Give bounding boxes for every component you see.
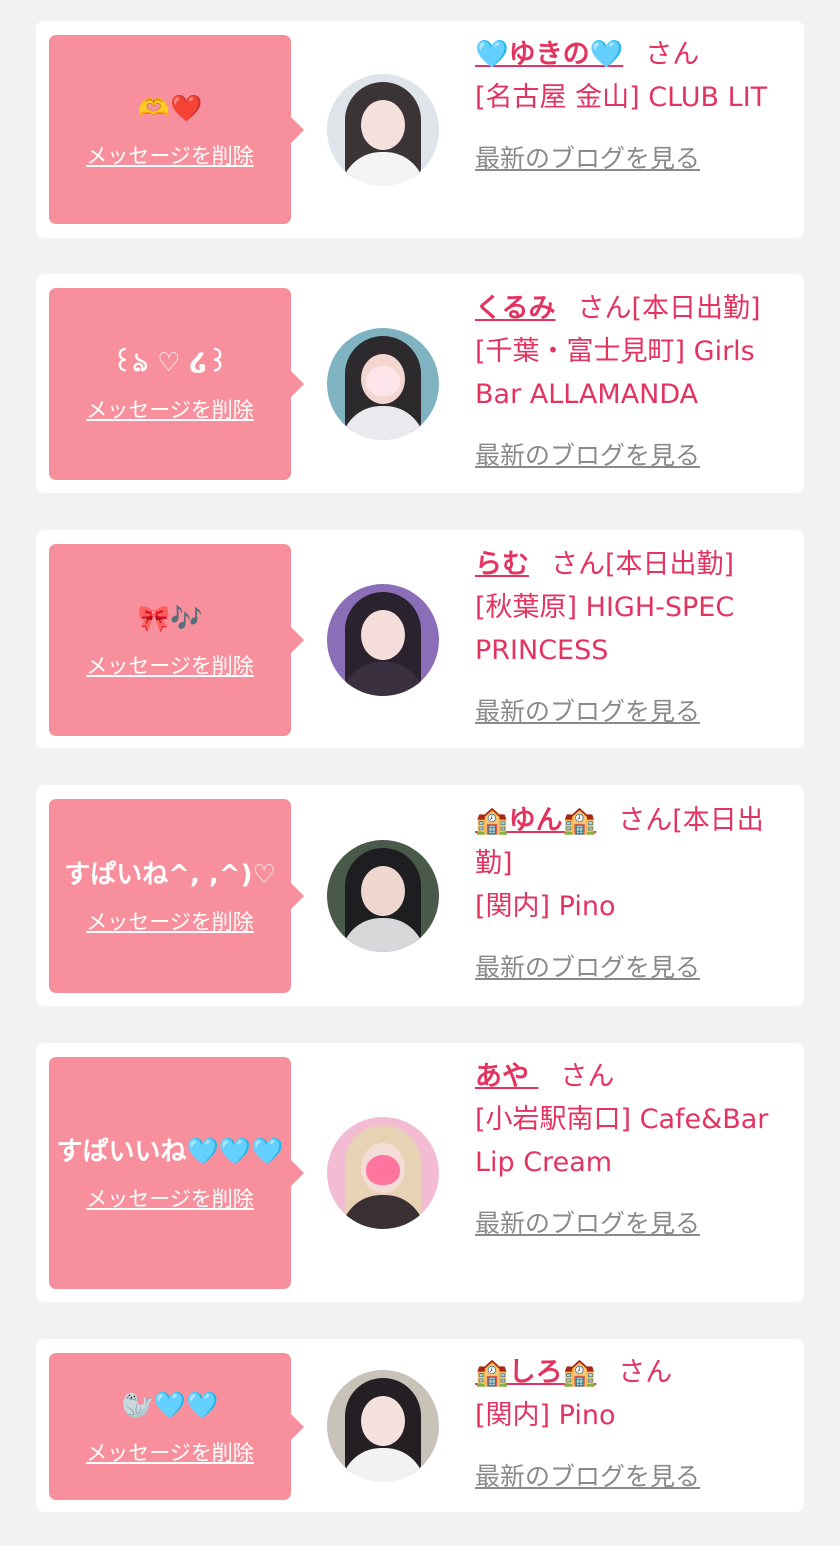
message-bubble: 🫶❤️ メッセージを削除 xyxy=(49,35,304,224)
delete-message-link[interactable]: メッセージを削除 xyxy=(86,650,254,680)
honorific-label: さん xyxy=(577,293,632,324)
honorific-label: さん xyxy=(618,805,673,836)
avatar[interactable] xyxy=(327,584,439,696)
name-line: くるみ さん[本日出勤] xyxy=(475,287,795,330)
avatar-face xyxy=(361,1396,405,1446)
latest-blog-link[interactable]: 最新のブログを見る xyxy=(475,690,700,733)
shop-name: [関内] Pino xyxy=(475,891,616,922)
message-bubble: すぱいいね🩵🩵🩵 メッセージを削除 xyxy=(49,1057,304,1289)
shop-name: [秋葉原] HIGH-SPEC PRINCESS xyxy=(475,592,735,666)
message-bubble: 🦭🩵🩵 メッセージを削除 xyxy=(49,1353,304,1500)
status-badge: [本日出勤] xyxy=(631,293,761,324)
list-item: 🎀🎶 メッセージを削除 らむ さん[本日出勤] [秋葉原] HIGH-SPEC P… xyxy=(36,530,804,748)
profile-info: あや さん [小岩駅南口] Cafe&Bar Lip Cream 最新のブログを… xyxy=(475,1055,795,1245)
avatar[interactable] xyxy=(327,1117,439,1229)
honorific-label: さん xyxy=(645,39,700,70)
message-bubble: すぱいね^, ,^)♡ メッセージを削除 xyxy=(49,799,304,993)
message-text: 🦭🩵🩵 xyxy=(121,1390,219,1421)
cast-name-link[interactable]: 🏫ゆん🏫 xyxy=(475,805,596,836)
latest-blog-link[interactable]: 最新のブログを見る xyxy=(475,1455,700,1498)
heart-icon xyxy=(366,366,400,396)
avatar[interactable] xyxy=(327,328,439,440)
avatar[interactable] xyxy=(327,74,439,186)
profile-info: らむ さん[本日出勤] [秋葉原] HIGH-SPEC PRINCESS 最新のブ… xyxy=(475,543,795,733)
favorite-message-list: 🫶❤️ メッセージを削除 🩵ゆきの🩵 さん [名古屋 金山] CLUB LIT 最… xyxy=(0,0,840,1546)
latest-blog-link[interactable]: 最新のブログを見る xyxy=(475,1202,700,1245)
message-text: すぱいいね🩵🩵🩵 xyxy=(56,1137,284,1167)
cast-name-link[interactable]: くるみ xyxy=(475,293,555,324)
profile-info: 🏫ゆん🏫 さん[本日出勤] [関内] Pino 最新のブログを見る xyxy=(475,799,795,989)
message-text: ꒰ঌ ♡ ໒꒱ xyxy=(112,348,228,378)
message-text: すぱいね^, ,^)♡ xyxy=(64,860,276,890)
delete-message-link[interactable]: メッセージを削除 xyxy=(86,1183,254,1213)
heart-icon xyxy=(366,1155,400,1185)
latest-blog-link[interactable]: 最新のブログを見る xyxy=(475,434,700,477)
delete-message-link[interactable]: メッセージを削除 xyxy=(86,394,254,424)
list-item: すぱいね^, ,^)♡ メッセージを削除 🏫ゆん🏫 さん[本日出勤] [関内] P… xyxy=(36,785,804,1006)
shop-name: [千葉・富士見町] Girls Bar ALLAMANDA xyxy=(475,336,755,410)
cast-name-link[interactable]: あや xyxy=(475,1061,538,1092)
cast-name-link[interactable]: 🏫しろ🏫 xyxy=(475,1357,596,1388)
shop-name: [関内] Pino xyxy=(475,1400,616,1431)
list-item: 🦭🩵🩵 メッセージを削除 🏫しろ🏫 さん [関内] Pino 最新のブログを見る xyxy=(36,1339,804,1512)
message-bubble: ꒰ঌ ♡ ໒꒱ メッセージを削除 xyxy=(49,288,304,480)
message-bubble: 🎀🎶 メッセージを削除 xyxy=(49,544,304,736)
honorific-label: さん xyxy=(618,1357,673,1388)
honorific-label: さん xyxy=(560,1061,615,1092)
list-item: ꒰ঌ ♡ ໒꒱ メッセージを削除 くるみ さん[本日出勤] [千葉・富士見町] G… xyxy=(36,274,804,493)
list-item: 🫶❤️ メッセージを削除 🩵ゆきの🩵 さん [名古屋 金山] CLUB LIT 最… xyxy=(36,21,804,238)
profile-info: 🏫しろ🏫 さん [関内] Pino 最新のブログを見る xyxy=(475,1351,795,1498)
profile-info: くるみ さん[本日出勤] [千葉・富士見町] Girls Bar ALLAMAND… xyxy=(475,287,795,477)
delete-message-link[interactable]: メッセージを削除 xyxy=(86,140,254,170)
shop-name: [小岩駅南口] Cafe&Bar Lip Cream xyxy=(475,1104,769,1178)
message-text: 🎀🎶 xyxy=(137,604,203,634)
shop-name: [名古屋 金山] CLUB LIT xyxy=(475,82,768,113)
avatar[interactable] xyxy=(327,840,439,952)
list-item: すぱいいね🩵🩵🩵 メッセージを削除 あや さん [小岩駅南口] Cafe&Bar… xyxy=(36,1043,804,1302)
avatar-face xyxy=(361,610,405,660)
name-line: 🩵ゆきの🩵 さん xyxy=(475,33,795,76)
avatar-face xyxy=(361,866,405,916)
name-line: 🏫ゆん🏫 さん[本日出勤] xyxy=(475,799,795,885)
latest-blog-link[interactable]: 最新のブログを見る xyxy=(475,946,700,989)
profile-info: 🩵ゆきの🩵 さん [名古屋 金山] CLUB LIT 最新のブログを見る xyxy=(475,33,795,180)
name-line: らむ さん[本日出勤] xyxy=(475,543,795,586)
cast-name-link[interactable]: らむ xyxy=(475,549,529,580)
name-line: あや さん xyxy=(475,1055,795,1098)
delete-message-link[interactable]: メッセージを削除 xyxy=(86,906,254,936)
avatar[interactable] xyxy=(327,1370,439,1482)
cast-name-link[interactable]: 🩵ゆきの🩵 xyxy=(475,39,623,70)
status-badge: [本日出勤] xyxy=(605,549,735,580)
latest-blog-link[interactable]: 最新のブログを見る xyxy=(475,137,700,180)
honorific-label: さん xyxy=(551,549,605,580)
name-line: 🏫しろ🏫 さん xyxy=(475,1351,795,1394)
avatar-face xyxy=(361,100,405,150)
message-text: 🫶❤️ xyxy=(137,93,203,124)
delete-message-link[interactable]: メッセージを削除 xyxy=(86,1437,254,1467)
